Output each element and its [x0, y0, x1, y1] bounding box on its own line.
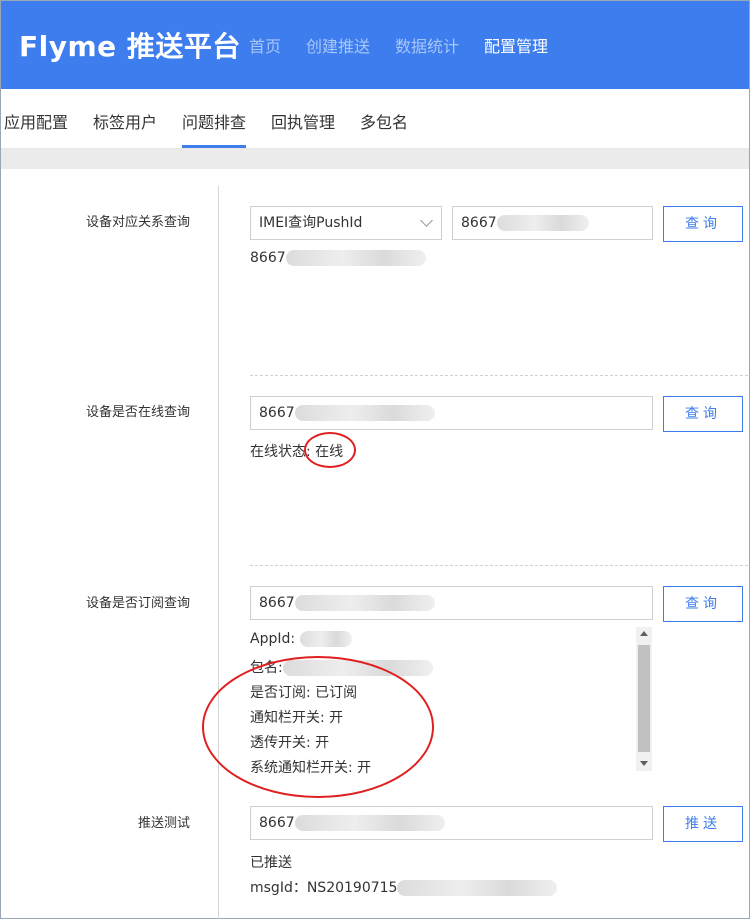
gray-divider — [1, 149, 749, 169]
online-query-button[interactable]: 查询 — [663, 396, 743, 432]
section-divider — [250, 565, 748, 566]
annotation-circle — [304, 432, 356, 468]
subscribe-device-input[interactable]: 8667 — [250, 586, 653, 620]
online-input-value: 8667 — [259, 405, 295, 421]
redacted-blur — [294, 405, 435, 421]
query-type-select[interactable]: IMEI查询PushId — [250, 206, 442, 240]
brand-logo: Flyme 推送平台 — [19, 30, 241, 63]
subscribe-query-label: 设备是否订阅查询 — [85, 596, 190, 611]
mapping-device-input[interactable]: 8667 — [452, 206, 653, 240]
tab-app-config[interactable]: 应用配置 — [4, 109, 68, 133]
nav-create-push[interactable]: 创建推送 — [306, 33, 370, 57]
mapping-input-value: 8667 — [461, 215, 497, 231]
redacted-blur — [397, 880, 558, 896]
mapping-result-value: 8667 — [250, 250, 286, 266]
msgid-line: msgId：NS20190715 — [250, 877, 558, 897]
online-query-label: 设备是否在线查询 — [85, 405, 190, 420]
scrollbar-thumb[interactable] — [638, 645, 650, 752]
nav-home[interactable]: 首页 — [249, 33, 281, 57]
subscribe-query-button[interactable]: 查询 — [663, 586, 743, 622]
tab-receipt-management[interactable]: 回执管理 — [271, 109, 335, 133]
top-bar: Flyme 推送平台 首页 创建推送 数据统计 配置管理 — [1, 1, 749, 89]
push-device-input[interactable]: 8667 — [250, 806, 653, 840]
tab-multi-package[interactable]: 多包名 — [360, 109, 408, 133]
online-status-label: 在线状态: — [250, 444, 311, 460]
mapping-query-button[interactable]: 查询 — [663, 206, 743, 242]
mapping-result: 8667 — [250, 250, 426, 266]
appid-label: AppId: — [250, 631, 296, 647]
appid-line: AppId: — [250, 631, 352, 647]
vertical-divider — [218, 186, 219, 919]
nav-statistics[interactable]: 数据统计 — [395, 33, 459, 57]
result-scrollbar[interactable] — [636, 627, 652, 771]
redacted-blur — [496, 215, 589, 231]
scroll-down-arrow-icon[interactable] — [640, 761, 648, 766]
online-device-input[interactable]: 8667 — [250, 396, 653, 430]
annotation-ellipse — [202, 656, 434, 798]
section-divider — [250, 375, 748, 376]
scroll-up-arrow-icon[interactable] — [640, 631, 648, 636]
push-button[interactable]: 推送 — [663, 806, 743, 842]
redacted-blur — [285, 250, 426, 266]
redacted-blur — [299, 631, 352, 647]
push-test-label: 推送测试 — [137, 816, 190, 831]
redacted-blur — [294, 595, 435, 611]
push-status: 已推送 — [250, 855, 292, 871]
chevron-down-icon — [420, 214, 433, 227]
msgid-value: msgId：NS20190715 — [250, 880, 398, 896]
subscribe-input-value: 8667 — [259, 595, 295, 611]
tab-troubleshooting[interactable]: 问题排查 — [182, 109, 247, 148]
sub-nav: 应用配置 标签用户 问题排查 回执管理 多包名 — [1, 89, 749, 149]
query-type-value: IMEI查询PushId — [259, 215, 363, 231]
tab-tag-users[interactable]: 标签用户 — [93, 109, 157, 133]
redacted-blur — [294, 815, 445, 831]
mapping-query-label: 设备对应关系查询 — [85, 215, 190, 230]
nav-config-management[interactable]: 配置管理 — [484, 33, 548, 57]
push-input-value: 8667 — [259, 815, 295, 831]
